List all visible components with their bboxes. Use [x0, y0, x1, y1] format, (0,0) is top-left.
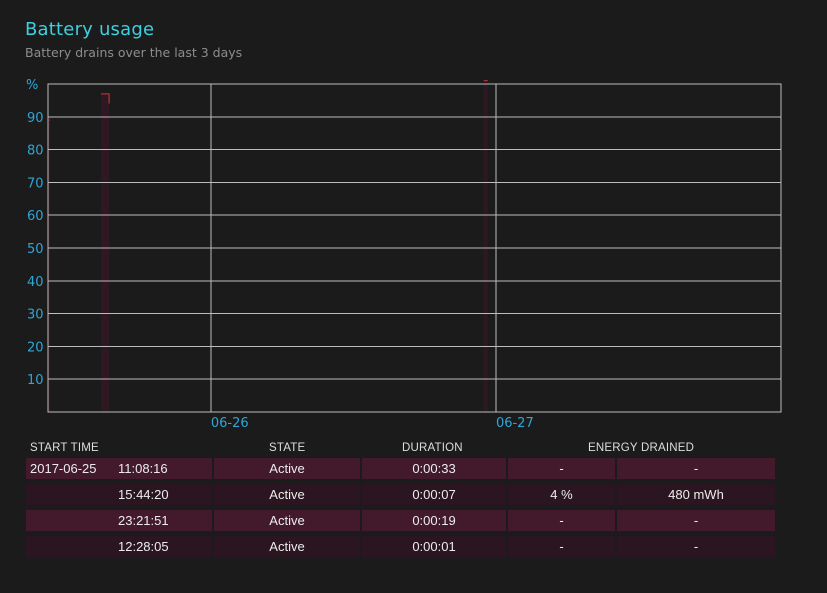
cell-duration: 0:00:07: [412, 487, 456, 502]
cell-energy-percent: -: [559, 539, 564, 554]
header-duration: DURATION: [402, 442, 463, 454]
cell-energy-percent: -: [559, 513, 564, 528]
cell-energy-percent: 4 %: [550, 487, 573, 502]
table-row: 12:28:05 Active 0:00:01 - -: [26, 536, 775, 557]
cell-state: Active: [269, 487, 305, 502]
x-date-label: 06-26: [211, 416, 249, 431]
start-time: 23:21:51: [118, 513, 169, 528]
start-time: 15:44:20: [118, 487, 169, 502]
cell-start-time: 23:21:51: [26, 510, 212, 531]
y-tick-label: 40: [27, 275, 44, 290]
y-tick-label: 10: [27, 373, 44, 388]
drain-fill-1: [100, 93, 110, 412]
cell-start-time: 2017-06-25 11:08:16: [26, 458, 212, 479]
cell-energy-mwh: -: [693, 539, 699, 554]
x-date-label: 06-27: [496, 416, 534, 431]
cell-duration: 0:00:01: [412, 539, 456, 554]
table-row: 23:21:51 Active 0:00:19 - -: [26, 510, 775, 531]
y-tick-label: 90: [27, 111, 44, 126]
y-tick-label: 20: [27, 340, 44, 355]
y-axis-label: %: [26, 78, 38, 93]
table-row: 15:44:20 Active 0:00:07 4 % 480 mWh: [26, 484, 775, 505]
cell-energy-mwh: -: [693, 461, 699, 476]
cell-energy-mwh: 480 mWh: [668, 487, 724, 502]
cell-state: Active: [269, 461, 305, 476]
table-row: 2017-06-25 11:08:16 Active 0:00:33 - -: [26, 458, 775, 479]
start-date: 2017-06-25: [30, 461, 97, 476]
cell-start-time: 15:44:20: [26, 484, 212, 505]
cell-start-time: 12:28:05: [26, 536, 212, 557]
battery-drain-table: 2017-06-25 11:08:16 Active 0:00:33 - - 15…: [26, 458, 775, 562]
y-tick-label: 70: [27, 176, 44, 191]
cell-duration: 0:00:19: [412, 513, 456, 528]
cell-state: Active: [269, 513, 305, 528]
battery-drain-chart: 10 20 30 40 50 60 70 80 90% 06-26 06-27: [26, 78, 782, 431]
y-tick-label: 50: [27, 242, 44, 257]
cell-state: Active: [269, 539, 305, 554]
cell-energy-mwh: -: [693, 513, 699, 528]
cell-duration: 0:00:33: [412, 461, 456, 476]
y-tick-label: 80: [27, 144, 44, 159]
header-energy-drained: ENERGY DRAINED: [588, 442, 695, 454]
start-time: 11:08:16: [118, 461, 168, 476]
table-header-row: START TIME STATE DURATION ENERGY DRAINED: [0, 441, 800, 457]
start-time: 12:28:05: [118, 539, 169, 554]
header-state: STATE: [269, 442, 306, 454]
y-tick-label: 60: [27, 209, 44, 224]
header-start-time: START TIME: [30, 442, 99, 454]
cell-energy-percent: -: [559, 461, 564, 476]
y-tick-label: 30: [27, 308, 44, 323]
